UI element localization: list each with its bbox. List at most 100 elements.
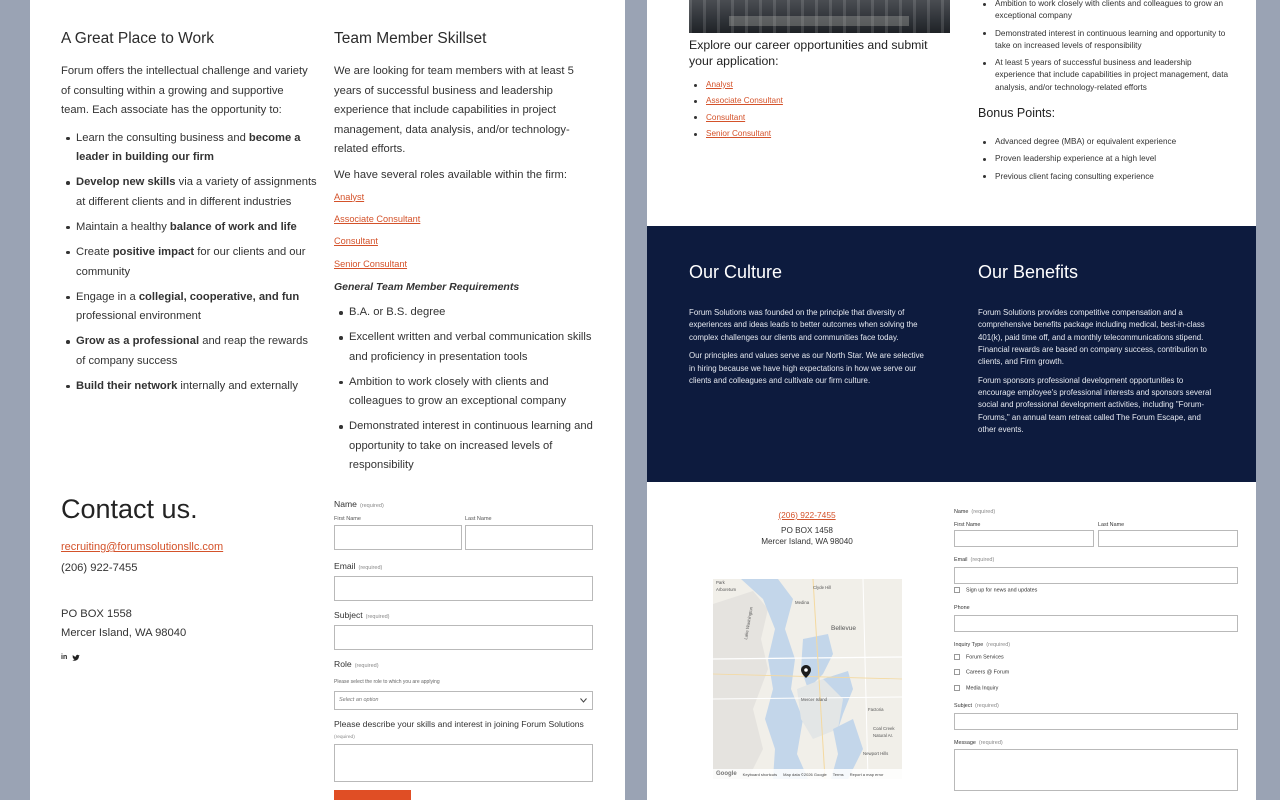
culture-benefits-band: Our Culture Forum Solutions was founded …: [647, 226, 1256, 482]
r-email-input[interactable]: [954, 567, 1238, 584]
media-inquiry-checkbox[interactable]: [954, 685, 960, 691]
right-role-link[interactable]: Senior Consultant: [706, 129, 771, 138]
r-first-name-input[interactable]: [954, 530, 1094, 547]
map-terms-link[interactable]: Terms: [833, 772, 844, 777]
role-link[interactable]: Analyst: [334, 192, 596, 214]
describe-label: Please describe your skills and interest…: [334, 719, 584, 729]
careers-checkbox[interactable]: [954, 669, 960, 675]
map-place-label: Bellevue: [831, 625, 856, 632]
email-input[interactable]: [334, 576, 593, 601]
signup-label: Sign up for news and updates: [966, 587, 1038, 594]
skillset-section: Team Member Skillset We are looking for …: [334, 30, 596, 481]
describe-required: (required): [334, 735, 355, 740]
right-address-line2: Mercer Island, WA 98040: [761, 537, 853, 546]
bonus-title: Bonus Points:: [978, 106, 1056, 120]
requirement-item: Ambition to work closely with clients an…: [334, 373, 596, 412]
right-role-item: Consultant: [689, 112, 889, 124]
r-email-required: (required): [970, 557, 995, 563]
map-place-label: Newport Hills: [863, 751, 889, 756]
office-photo: [689, 0, 950, 33]
map-place-label: Medina: [795, 600, 810, 605]
r-email-label: Email: [954, 557, 968, 563]
role-select[interactable]: Select an option: [334, 691, 593, 710]
role-link[interactable]: Senior Consultant: [334, 259, 596, 281]
requirements-list: B.A. or B.S. degree Excellent written and…: [334, 303, 596, 476]
signup-checkbox[interactable]: [954, 587, 960, 593]
chevron-down-icon: [580, 698, 587, 703]
right-role-link[interactable]: Analyst: [706, 80, 733, 89]
bonus-list: Advanced degree (MBA) or equivalent expe…: [978, 136, 1233, 188]
submit-button[interactable]: [334, 790, 411, 800]
twitter-icon[interactable]: [72, 654, 80, 662]
bullet-bold-text: balance of work and life: [169, 220, 297, 233]
right-role-item: Senior Consultant: [689, 128, 889, 140]
right-phone-link[interactable]: (206) 922-7455: [778, 510, 835, 520]
first-name-input[interactable]: [334, 525, 462, 550]
right-role-link[interactable]: Consultant: [706, 113, 745, 122]
google-logo: Google: [716, 771, 737, 777]
map-keyboard-shortcuts[interactable]: Keyboard shortcuts: [743, 772, 777, 777]
bullet-bold-text: collegial, cooperative, and fun: [138, 290, 300, 303]
great-place-section: A Great Place to Work Forum offers the i…: [61, 30, 319, 402]
right-role-links: Analyst Associate Consultant Consultant Sen…: [689, 79, 889, 145]
culture-p2: Our principles and values serve as our N…: [689, 351, 924, 385]
contact-phone: (206) 922-7455: [61, 562, 138, 574]
requirement-item: B.A. or B.S. degree: [334, 303, 596, 323]
r-subject-label: Subject: [954, 703, 972, 709]
contact-address-line1: PO BOX 1558: [61, 607, 132, 620]
bonus-item: Proven leadership experience at a high l…: [978, 153, 1233, 165]
map-place-label: Mercer Island: [801, 697, 828, 702]
describe-textarea[interactable]: [334, 744, 593, 782]
great-place-title: A Great Place to Work: [61, 30, 215, 47]
bullet-text: Maintain a healthy: [76, 220, 170, 233]
great-place-bullet: Engage in a collegial, cooperative, and …: [61, 288, 319, 327]
inquiry-form: Name (required) First Name Last Name Emai…: [954, 509, 1239, 800]
r-subject-input[interactable]: [954, 713, 1238, 730]
skillset-title: Team Member Skillset: [334, 30, 487, 47]
right-role-link[interactable]: Associate Consultant: [706, 96, 783, 105]
r-phone-label: Phone: [954, 605, 970, 611]
bullet-text: Create: [76, 245, 113, 258]
map-pin-icon[interactable]: [801, 665, 811, 683]
bonus-item: Advanced degree (MBA) or equivalent expe…: [978, 136, 1233, 148]
name-label: Name: [334, 499, 357, 509]
explore-heading: Explore our career opportunities and sub…: [689, 38, 928, 68]
role-link[interactable]: Associate Consultant: [334, 214, 596, 236]
inquiry-required: (required): [986, 642, 1011, 648]
role-help-text: Please select the role to which you are …: [334, 679, 440, 685]
right-top-bullets: Ambition to work closely with clients an…: [978, 0, 1233, 99]
role-link[interactable]: Consultant: [334, 236, 596, 258]
r-phone-input[interactable]: [954, 615, 1238, 632]
recruiting-email-link[interactable]: recruiting@forumsolutionsllc.com: [61, 541, 223, 553]
forum-services-checkbox[interactable]: [954, 654, 960, 660]
right-top-bullet: Ambition to work closely with clients an…: [978, 0, 1233, 23]
benefits-p2: Forum sponsors professional development …: [978, 375, 1212, 435]
right-contact: (206) 922-7455 PO BOX 1458 Mercer Island…: [709, 510, 905, 546]
subject-input[interactable]: [334, 625, 593, 650]
great-place-bullet: Create positive impact for our clients a…: [61, 243, 319, 282]
r-last-name-label: Last Name: [1098, 522, 1125, 528]
map-report-error-link[interactable]: Report a map error: [850, 772, 884, 777]
great-place-bullets: Learn the consulting business and become…: [61, 129, 319, 396]
r-message-textarea[interactable]: [954, 749, 1238, 791]
location-map[interactable]: Park Arboretum Clyde Hill Medina Bellevue Mer…: [713, 579, 902, 779]
right-page-panel: Explore our career opportunities and sub…: [647, 0, 1256, 800]
role-label: Role: [334, 659, 352, 669]
name-required: (required): [359, 503, 384, 509]
careers-label: Careers @ Forum: [966, 669, 1010, 676]
r-message-required: (required): [978, 740, 1003, 746]
email-label: Email: [334, 561, 356, 571]
map-data-credit: Map data ©2026 Google: [783, 771, 827, 777]
role-required: (required): [354, 663, 379, 669]
last-name-input[interactable]: [465, 525, 593, 550]
map-place-label: Arboretum: [716, 587, 737, 592]
last-name-label: Last Name: [465, 516, 492, 522]
forum-services-label: Forum Services: [966, 654, 1004, 661]
subject-required: (required): [365, 614, 390, 620]
r-last-name-input[interactable]: [1098, 530, 1238, 547]
bullet-text: Engage in a: [76, 290, 139, 303]
linkedin-icon[interactable]: in: [61, 654, 67, 662]
requirement-item: Demonstrated interest in continuous lear…: [334, 417, 596, 476]
bullet-bold-text: Grow as a professional: [76, 335, 200, 348]
right-role-item: Associate Consultant: [689, 95, 889, 107]
